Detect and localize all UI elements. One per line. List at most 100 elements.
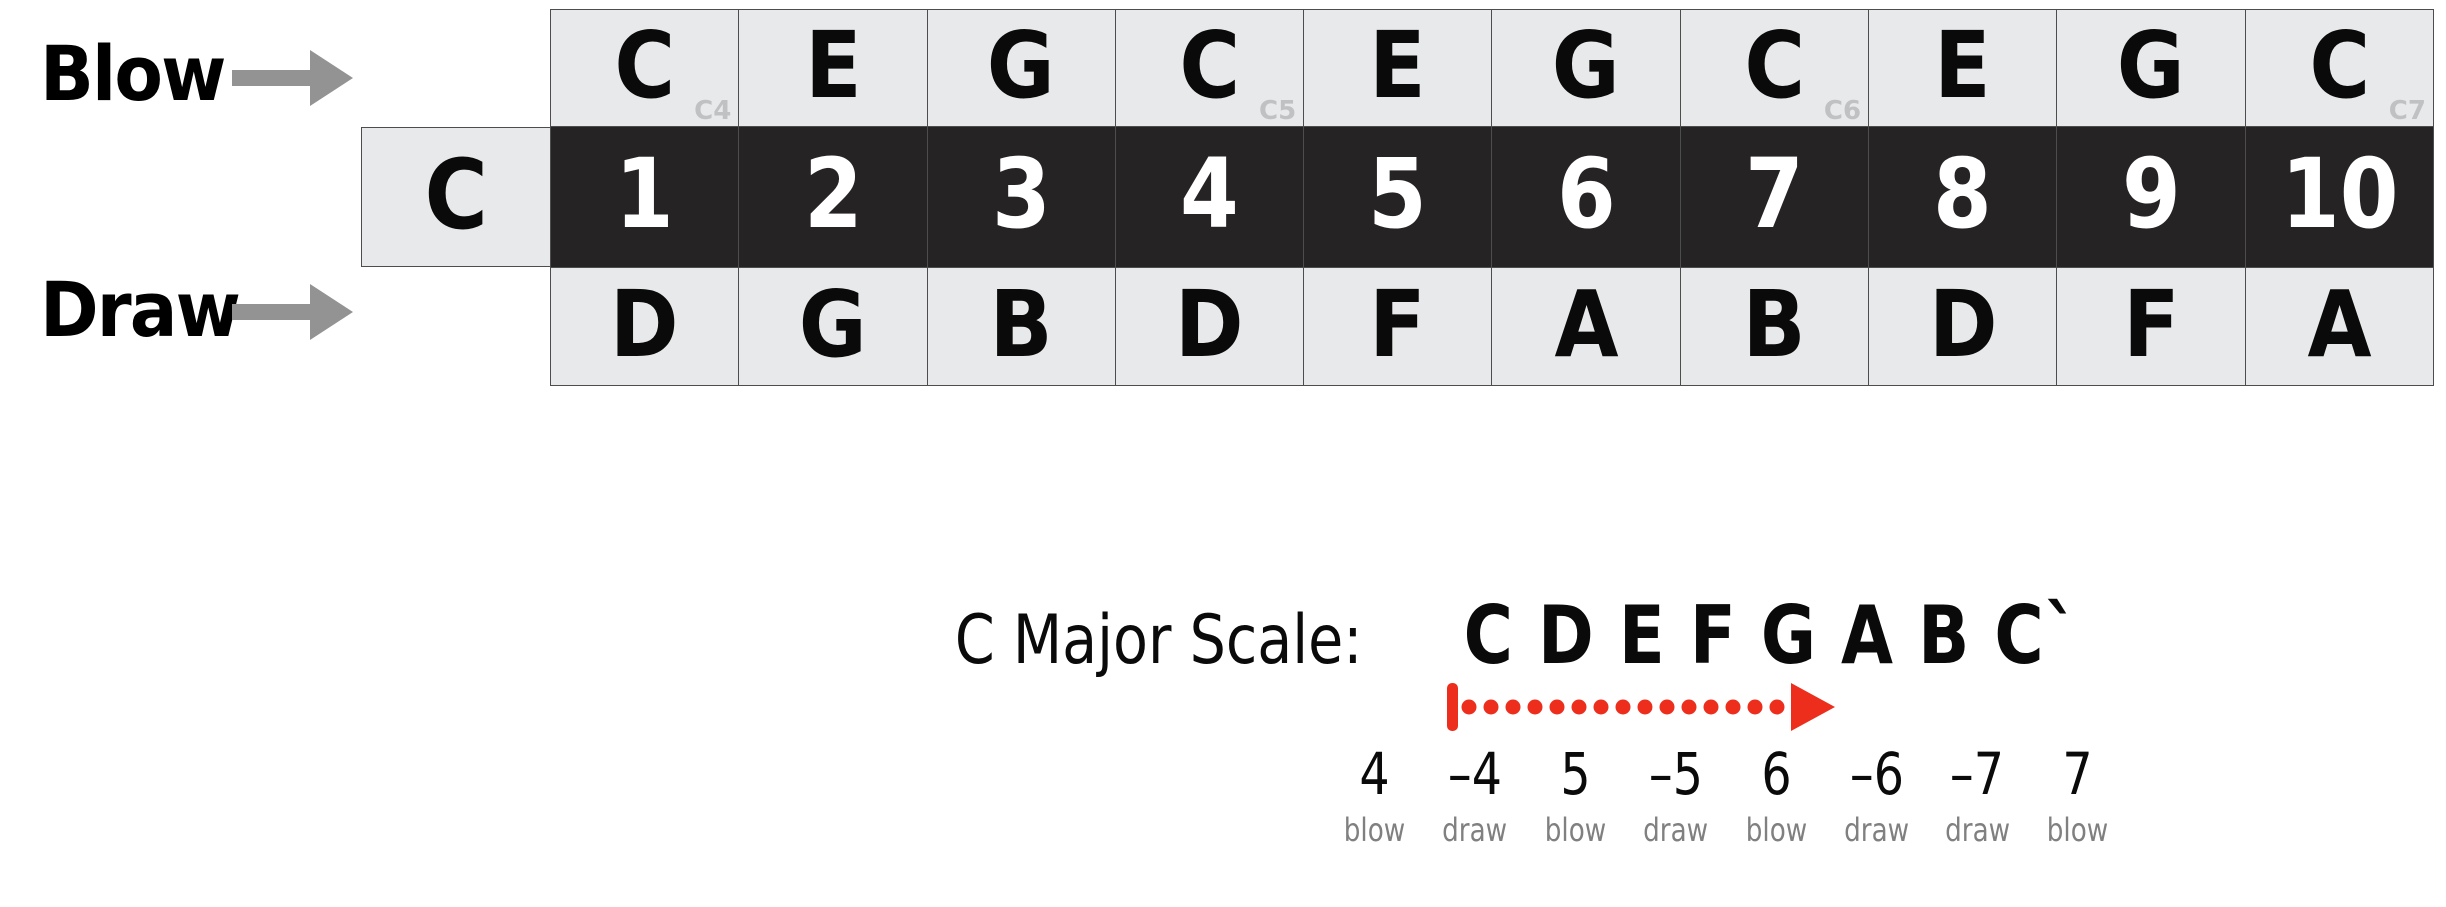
tab-hole-number: 4 xyxy=(1359,740,1390,808)
tab-column[interactable]: 4 blow xyxy=(1324,744,1425,849)
draw-cell[interactable]: A xyxy=(1491,267,1680,386)
blow-cell[interactable]: E xyxy=(1868,9,2057,127)
blow-cell[interactable]: C C5 xyxy=(1114,9,1304,127)
draw-note: D xyxy=(610,270,680,378)
blow-cell[interactable]: G xyxy=(1491,9,1680,127)
draw-cell[interactable]: D xyxy=(1114,267,1304,386)
blow-pointer-arrow-icon xyxy=(232,50,353,106)
tab-breath-label: blow xyxy=(1745,810,1807,849)
hole-number-cell[interactable]: 10 xyxy=(2244,127,2434,267)
tab-hole-number: 6 xyxy=(1761,740,1792,808)
hole-number-cell[interactable]: 2 xyxy=(738,127,927,267)
draw-note: D xyxy=(1928,270,1998,378)
draw-cell[interactable]: D xyxy=(550,267,739,386)
hole-number: 10 xyxy=(2280,138,2399,250)
blow-cell[interactable]: C C6 xyxy=(1679,9,1869,127)
hole-number-cell[interactable]: 3 xyxy=(926,127,1115,267)
tab-hole-number: –6 xyxy=(1849,740,1904,808)
blow-note: C xyxy=(1179,12,1240,119)
hole-number-cell[interactable]: 7 xyxy=(1679,127,1869,267)
harmonica-key-cell: C xyxy=(361,127,551,267)
hole-number-cell[interactable]: 6 xyxy=(1491,127,1680,267)
scale-direction-arrow-icon xyxy=(1447,683,1835,731)
tab-breath-label: draw xyxy=(1442,810,1508,849)
scale-title-line: C Major Scale: C D E F G A B C` xyxy=(916,596,2138,676)
blow-cell[interactable]: E xyxy=(1303,9,1492,127)
draw-row-label: Draw xyxy=(40,265,241,354)
blow-notes-row: C C4 E G C C5 E G C C6 E G C C7 xyxy=(550,9,2434,127)
tab-breath-label: draw xyxy=(1944,810,2010,849)
scale-notes-text: C D E F G A B C` xyxy=(1463,589,2080,682)
blow-note: G xyxy=(987,12,1056,119)
octave-marker: C4 xyxy=(694,96,732,126)
blow-note: E xyxy=(1369,12,1427,119)
harmonica-layout-grid: C C4 E G C C5 E G C C6 E G C C7 1 2 3 4 … xyxy=(550,9,2434,386)
blow-cell[interactable]: C C7 xyxy=(2244,9,2434,127)
tab-hole-number: 5 xyxy=(1560,740,1591,808)
draw-note: D xyxy=(1175,270,1244,378)
tab-breath-label: draw xyxy=(1844,810,1910,849)
octave-marker: C5 xyxy=(1259,96,1297,126)
tab-breath-label: blow xyxy=(2047,810,2109,849)
hole-number-cell[interactable]: 8 xyxy=(1868,127,2057,267)
blow-cell[interactable]: G xyxy=(926,9,1115,127)
tab-breath-label: draw xyxy=(1643,810,1709,849)
draw-cell[interactable]: B xyxy=(926,267,1115,386)
hole-number: 1 xyxy=(615,138,675,250)
draw-cell[interactable]: D xyxy=(1868,267,2057,386)
hole-number: 9 xyxy=(2121,138,2181,250)
blow-cell[interactable]: G xyxy=(2056,9,2245,127)
tab-hole-number: –4 xyxy=(1447,740,1502,808)
draw-note: B xyxy=(1742,270,1806,378)
blow-note: C xyxy=(2308,12,2370,119)
hole-number: 7 xyxy=(1745,138,1804,250)
scale-title-text: C Major Scale: xyxy=(954,601,1363,680)
blow-row-label: Blow xyxy=(40,29,226,118)
blow-note: E xyxy=(1934,12,1992,119)
tab-column[interactable]: 7 blow xyxy=(2028,744,2129,849)
tab-hole-number: 7 xyxy=(2062,740,2093,808)
tab-column[interactable]: 5 blow xyxy=(1525,744,1626,849)
tab-column[interactable]: –6 draw xyxy=(1827,744,1928,849)
hole-number-cell[interactable]: 4 xyxy=(1114,127,1304,267)
draw-note: G xyxy=(798,270,867,378)
tab-column[interactable]: –7 draw xyxy=(1927,744,2028,849)
harmonica-key-letter: C xyxy=(424,139,488,251)
tab-hole-number: –7 xyxy=(1950,740,2005,808)
draw-cell[interactable]: A xyxy=(2244,267,2434,386)
hole-number-cell[interactable]: 9 xyxy=(2056,127,2245,267)
blow-note: G xyxy=(1552,12,1621,119)
blow-note: C xyxy=(614,12,676,119)
draw-note: B xyxy=(989,270,1053,378)
draw-cell[interactable]: G xyxy=(738,267,927,386)
hole-number: 6 xyxy=(1556,138,1616,250)
hole-number-cell[interactable]: 5 xyxy=(1303,127,1492,267)
tab-column[interactable]: 6 blow xyxy=(1726,744,1827,849)
draw-note: A xyxy=(2307,270,2372,378)
blow-cell[interactable]: E xyxy=(738,9,927,127)
draw-pointer-arrow-icon xyxy=(232,284,353,340)
hole-number: 8 xyxy=(1933,138,1993,250)
hole-number-cell[interactable]: 1 xyxy=(550,127,739,267)
draw-cell[interactable]: F xyxy=(2056,267,2245,386)
tab-column[interactable]: –5 draw xyxy=(1626,744,1727,849)
hole-number: 2 xyxy=(803,138,863,250)
hole-numbers-row: 1 2 3 4 5 6 7 8 9 10 xyxy=(550,127,2434,267)
scale-tab-row: 4 blow –4 draw 5 blow –5 draw 6 blow –6 … xyxy=(1324,744,2128,849)
hole-number: 5 xyxy=(1368,138,1428,250)
blow-cell[interactable]: C C4 xyxy=(550,9,739,127)
draw-cell[interactable]: B xyxy=(1679,267,1869,386)
octave-marker: C6 xyxy=(1823,96,1862,126)
tab-breath-label: blow xyxy=(1343,810,1405,849)
draw-note: F xyxy=(2122,270,2180,378)
tab-breath-label: blow xyxy=(1544,810,1606,849)
blow-note: E xyxy=(804,12,862,119)
tab-column[interactable]: –4 draw xyxy=(1425,744,1526,849)
draw-cell[interactable]: F xyxy=(1303,267,1492,386)
draw-note: A xyxy=(1554,270,1619,378)
draw-note: F xyxy=(1369,270,1427,378)
scale-caption-section: C Major Scale: C D E F G A B C` 4 blow –… xyxy=(0,596,2446,907)
tab-hole-number: –5 xyxy=(1648,740,1703,808)
blow-note: C xyxy=(1744,12,1805,119)
hole-number: 4 xyxy=(1180,138,1239,250)
